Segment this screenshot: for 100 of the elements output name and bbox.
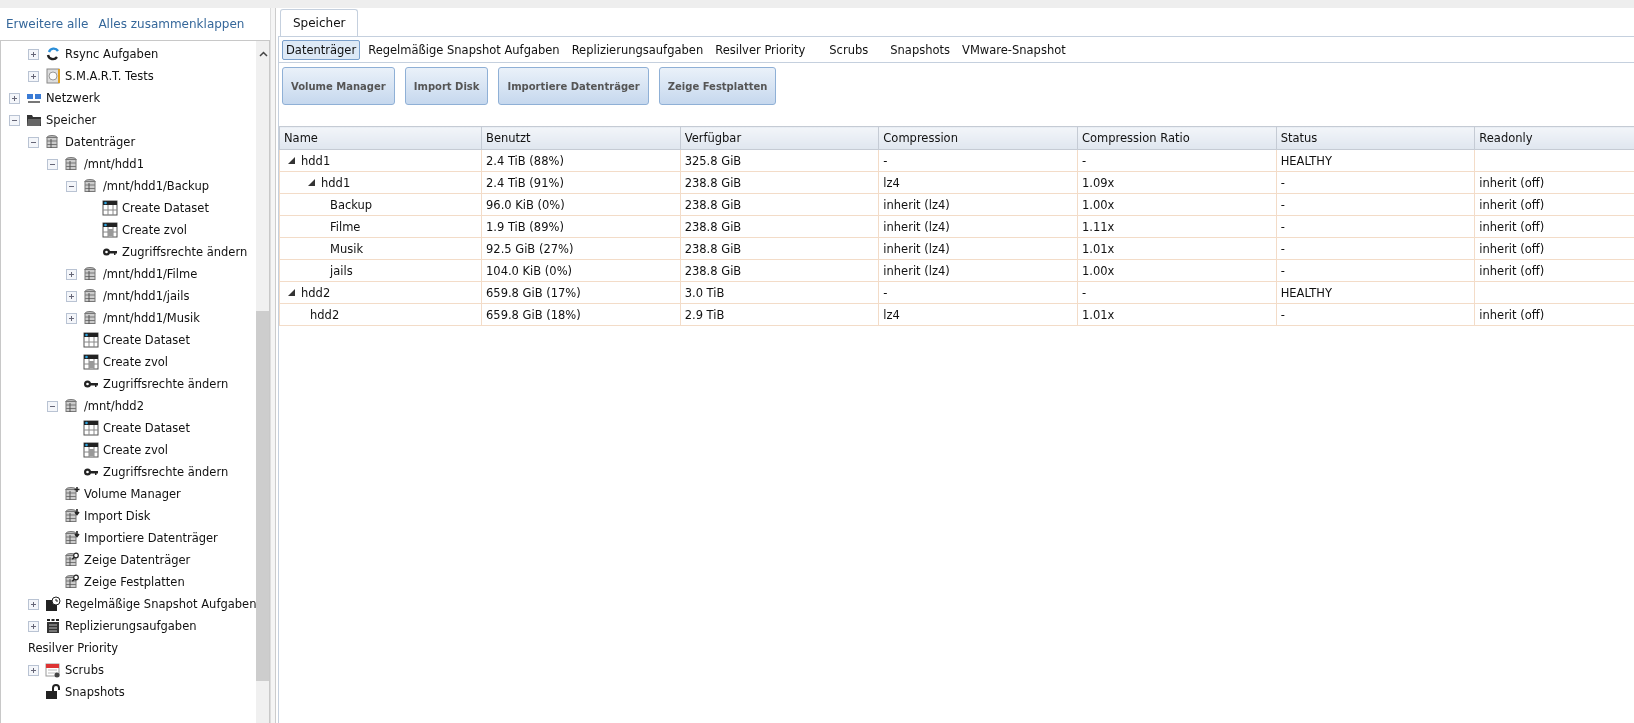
sub-tab[interactable]: Snapshots <box>886 39 954 60</box>
expand-icon[interactable] <box>28 620 39 632</box>
tree-item[interactable]: Import Disk <box>84 509 151 523</box>
tree-item[interactable]: Importiere Datenträger <box>84 531 218 545</box>
sub-tab[interactable]: VMware-Snapshot <box>958 39 1070 60</box>
tree-item[interactable]: Regelmäßige Snapshot Aufgaben <box>65 597 257 611</box>
table-icon <box>83 420 99 436</box>
column-header[interactable]: Compression <box>878 126 1078 150</box>
tree-item[interactable]: Zugriffsrechte ändern <box>122 245 248 259</box>
table-cell: 96.0 KiB (0%) <box>486 197 565 212</box>
collapse-icon[interactable] <box>47 158 58 170</box>
table-icon <box>83 442 99 458</box>
scrollbar[interactable] <box>256 41 269 723</box>
sub-tab[interactable]: Replizierungsaufgaben <box>567 39 708 60</box>
database-icon <box>64 156 80 172</box>
expand-icon[interactable] <box>9 92 20 104</box>
tree-item[interactable]: Rsync Aufgaben <box>65 47 159 61</box>
tree-item[interactable]: Create Dataset <box>122 201 209 215</box>
scroll-up-icon[interactable] <box>259 51 269 57</box>
table-cell: inherit (lz4) <box>883 241 950 256</box>
table-cell: 1.9 TiB (89%) <box>486 219 564 234</box>
expand-icon[interactable] <box>28 598 39 610</box>
table-cell: 1.00x <box>1081 197 1115 212</box>
column-header[interactable]: Verfügbar <box>680 126 879 150</box>
expand-icon[interactable] <box>28 664 39 676</box>
tree-item[interactable]: Replizierungsaufgaben <box>65 619 197 633</box>
tree-item[interactable]: Volume Manager <box>84 487 181 501</box>
table-cell: inherit (off) <box>1479 197 1545 212</box>
expand-icon[interactable] <box>66 268 77 280</box>
tree-item[interactable]: Datenträger <box>65 135 136 149</box>
sub-tab[interactable]: Scrubs <box>825 39 873 60</box>
tree-item[interactable]: Netzwerk <box>46 91 101 105</box>
expand-icon[interactable] <box>28 48 39 60</box>
table-cell: inherit (off) <box>1479 219 1545 234</box>
tree-item[interactable]: S.M.A.R.T. Tests <box>65 69 154 83</box>
action-button[interactable]: Importiere Datenträger <box>498 67 649 105</box>
collapse-icon[interactable] <box>47 400 58 412</box>
table-cell: 104.0 KiB (0%) <box>486 263 573 278</box>
tree-item[interactable]: Create zvol <box>122 223 187 237</box>
tree-item[interactable]: Zugriffsrechte ändern <box>103 465 229 479</box>
expand-icon[interactable] <box>28 70 39 82</box>
table-cell: - <box>883 153 888 168</box>
tree-item[interactable]: /mnt/hdd1 <box>84 157 144 171</box>
table-cell: inherit (off) <box>1479 175 1545 190</box>
collapse-triangle-icon[interactable] <box>288 289 295 296</box>
tree-item[interactable]: Create zvol <box>103 443 168 457</box>
tree-item[interactable]: Create Dataset <box>103 333 190 347</box>
tree-item[interactable]: /mnt/hdd2 <box>84 399 144 413</box>
tree-item[interactable]: Zeige Datenträger <box>84 553 191 567</box>
column-header[interactable]: Readonly <box>1474 126 1634 150</box>
collapse-icon[interactable] <box>66 180 77 192</box>
tree-action-link[interactable]: Erweitere alle <box>6 17 89 31</box>
column-header[interactable]: Status <box>1276 126 1475 150</box>
sub-tab[interactable]: Resilver Priority <box>711 39 810 60</box>
collapse-icon[interactable] <box>9 114 20 126</box>
tree-item[interactable]: Speicher <box>46 113 97 127</box>
action-button[interactable]: Zeige Festplatten <box>658 67 777 105</box>
tree-item[interactable]: Zugriffsrechte ändern <box>103 377 229 391</box>
table-cell: hdd2 <box>301 285 331 300</box>
database-icon <box>45 134 61 150</box>
tree-item[interactable]: Snapshots <box>65 685 125 699</box>
column-header[interactable]: Compression Ratio <box>1077 126 1277 150</box>
expand-icon[interactable] <box>66 290 77 302</box>
database-download-icon <box>64 508 80 524</box>
tree-item[interactable]: Scrubs <box>65 663 104 677</box>
action-button[interactable]: Import Disk <box>404 67 489 105</box>
table-cell: 238.8 GiB <box>684 219 742 234</box>
tree-action-link[interactable]: Alles zusammenklappen <box>98 17 245 31</box>
sub-tab[interactable]: Datenträger <box>282 39 361 60</box>
scrollbar-thumb[interactable] <box>256 311 269 681</box>
column-header[interactable]: Name <box>279 126 482 150</box>
table-cell: 1.01x <box>1081 241 1115 256</box>
tab[interactable]: Speicher <box>280 9 359 36</box>
tree-item[interactable]: /mnt/hdd1/Backup <box>103 179 209 193</box>
collapse-triangle-icon[interactable] <box>288 157 295 164</box>
table-cell: 2.4 TiB (88%) <box>486 153 564 168</box>
tree-item[interactable]: Zeige Festplatten <box>84 575 185 589</box>
table-cell: HEALTHY <box>1280 153 1332 168</box>
tree-item[interactable]: Create Dataset <box>103 421 190 435</box>
table-cell: - <box>1280 241 1285 256</box>
expand-icon[interactable] <box>66 312 77 324</box>
disk-drive-icon <box>45 68 61 84</box>
clock-screen-icon <box>45 596 61 612</box>
tree-item[interactable]: /mnt/hdd1/Filme <box>103 267 198 281</box>
collapse-triangle-icon[interactable] <box>308 179 315 186</box>
table-cell: 238.8 GiB <box>684 197 742 212</box>
table-cell: - <box>1081 285 1087 300</box>
table-cell: - <box>1280 219 1285 234</box>
collapse-icon[interactable] <box>28 136 39 148</box>
tree-item[interactable]: /mnt/hdd1/Musik <box>103 311 200 325</box>
table-cell: 1.00x <box>1081 263 1115 278</box>
table-cell: Musik <box>330 241 364 256</box>
tree-item[interactable]: /mnt/hdd1/jails <box>103 289 190 303</box>
tree-item[interactable]: Resilver Priority <box>28 641 119 655</box>
action-button[interactable]: Volume Manager <box>282 67 395 105</box>
table-cell: jails <box>330 263 353 278</box>
sub-tab[interactable]: Regelmäßige Snapshot Aufgaben <box>364 39 564 60</box>
table-cell: lz4 <box>883 307 900 322</box>
tree-item[interactable]: Create zvol <box>103 355 168 369</box>
column-header[interactable]: Benutzt <box>481 126 681 150</box>
